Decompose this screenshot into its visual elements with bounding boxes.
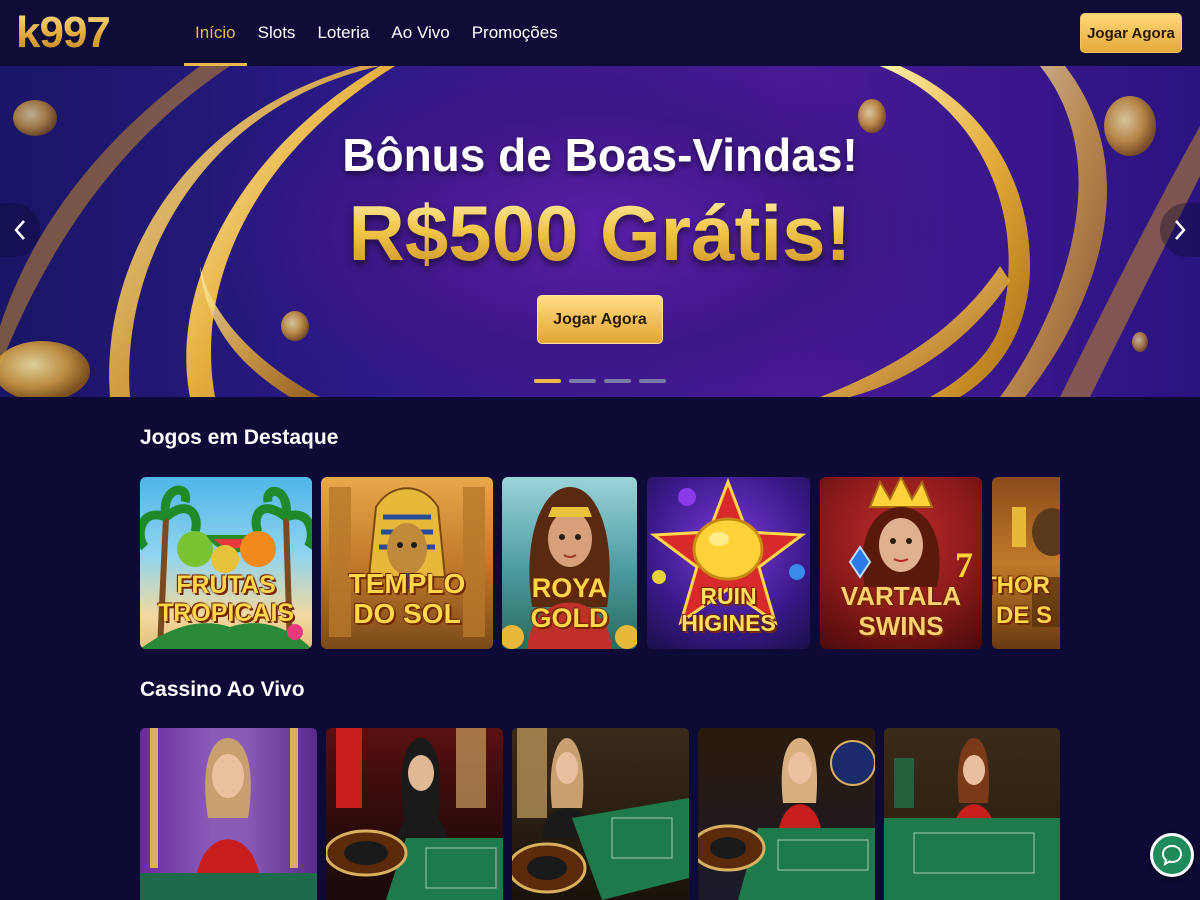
game-title-line: HIGINES (681, 610, 776, 636)
game-card-ruin-higines[interactable]: RUIN HIGINES (647, 477, 810, 649)
logo[interactable]: k997 (16, 8, 111, 58)
featured-games-row: FRUTAS TROPICAIS TEMPLO DO SOL ROYA GOLD… (140, 477, 1060, 649)
chevron-right-icon (1175, 220, 1186, 240)
featured-games-title: Jogos em Destaque (140, 426, 339, 449)
game-title-line: SWINS (858, 611, 944, 641)
hero-bonus-amount: R$500 Grátis! (0, 188, 1200, 279)
chat-icon (1161, 844, 1183, 866)
top-header: k997 Início Slots Loteria Ao Vivo Promoç… (0, 0, 1200, 66)
game-card-thor[interactable]: THOR DE S (992, 477, 1060, 649)
game-title-line: TROPICAIS (157, 599, 295, 627)
roulette-dealer-artwork (884, 738, 1060, 900)
nav-item-slots[interactable]: Slots (247, 0, 307, 66)
slide-dot[interactable] (534, 379, 561, 383)
live-table-card[interactable] (698, 728, 875, 900)
game-title-line: GOLD (530, 603, 609, 633)
live-table-card[interactable] (326, 728, 503, 900)
game-title-line: TEMPLO (348, 568, 466, 599)
live-table-card[interactable] (884, 728, 1060, 900)
nav-item-promocoes[interactable]: Promoções (461, 0, 569, 66)
game-title-line: THOR (992, 572, 1050, 599)
game-title-line: DE S (996, 602, 1053, 629)
game-card-frutas-tropicais[interactable]: FRUTAS TROPICAIS (140, 477, 312, 649)
game-title-line: ROYA (531, 573, 608, 603)
game-title: ROYA GOLD (502, 573, 637, 633)
live-chat-button[interactable] (1150, 833, 1194, 877)
live-table-card[interactable] (140, 728, 317, 900)
game-title-line: VARTALA (840, 581, 962, 611)
game-title-line: DO SOL (353, 598, 461, 629)
game-title: VARTALA SWINS (820, 581, 982, 641)
slide-dot[interactable] (604, 379, 631, 383)
roulette-dealer-artwork (326, 728, 503, 900)
slide-dot[interactable] (639, 379, 666, 383)
main-nav: Início Slots Loteria Ao Vivo Promoções (184, 0, 569, 66)
live-table-card[interactable] (512, 728, 689, 900)
hero-banner[interactable]: Bônus de Boas-Vindas! R$500 Grátis! Joga… (0, 66, 1200, 397)
roulette-dealer-artwork (512, 728, 689, 900)
game-title: THOR DE S (992, 571, 1052, 631)
game-card-templo-do-sol[interactable]: TEMPLO DO SOL (321, 477, 493, 649)
game-title-line: RUIN (700, 583, 757, 609)
nav-item-inicio[interactable]: Início (184, 0, 247, 66)
game-card-roya-gold[interactable]: ROYA GOLD (502, 477, 637, 649)
hero-title: Bônus de Boas-Vindas! (342, 129, 858, 181)
live-casino-row (140, 728, 1060, 900)
hero-play-now-button[interactable]: Jogar Agora (537, 295, 663, 344)
nav-item-loteria[interactable]: Loteria (306, 0, 380, 66)
live-dealer-artwork (140, 728, 317, 900)
svg-text:7: 7 (955, 545, 973, 585)
chevron-left-icon (14, 220, 25, 240)
game-title: RUIN HIGINES (647, 583, 810, 637)
game-title: FRUTAS TROPICAIS (140, 571, 312, 627)
game-card-vartala-swins[interactable]: 7 VARTALA SWINS (820, 477, 982, 649)
game-title-line: FRUTAS (176, 571, 276, 599)
game-title: TEMPLO DO SOL (321, 569, 493, 629)
live-casino-title: Cassino Ao Vivo (140, 678, 305, 701)
slide-dot[interactable] (569, 379, 596, 383)
nav-item-ao-vivo[interactable]: Ao Vivo (380, 0, 460, 66)
slide-indicators (534, 379, 666, 383)
roulette-dealer-artwork (698, 738, 875, 900)
play-now-button[interactable]: Jogar Agora (1080, 13, 1182, 53)
